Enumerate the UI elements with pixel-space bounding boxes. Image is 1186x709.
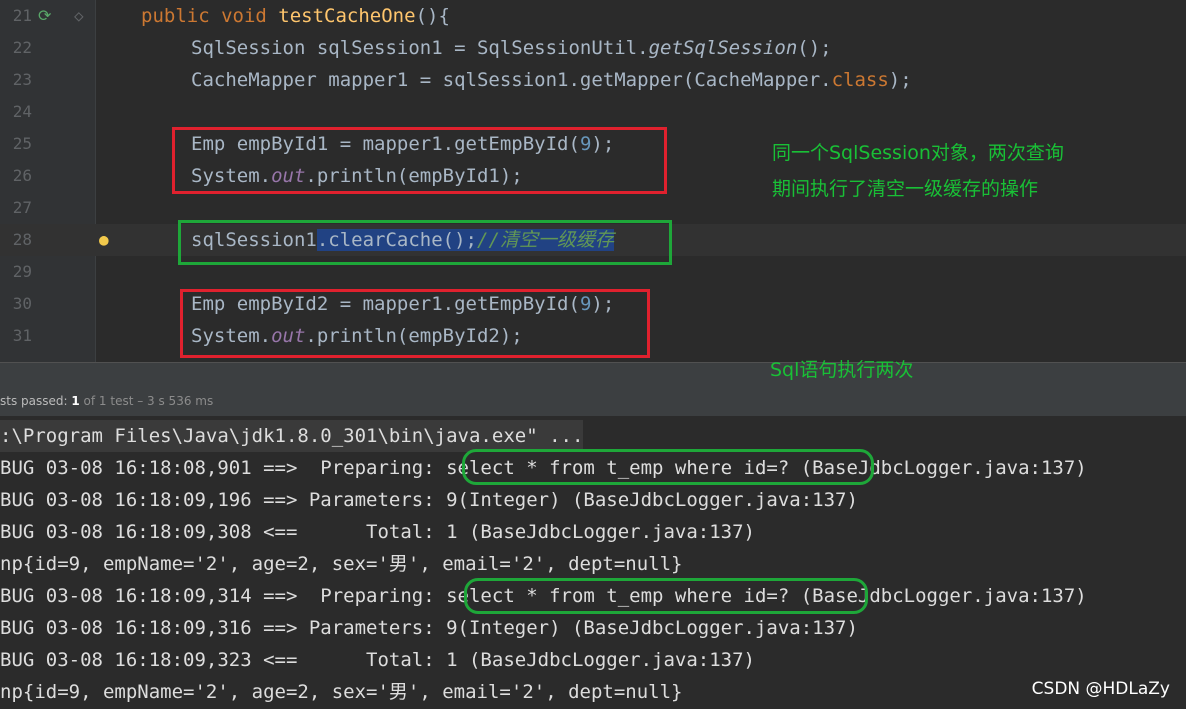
lightbulb-icon[interactable]: ● (99, 224, 109, 256)
code-token: class (831, 69, 889, 91)
code-line[interactable]: 24 (0, 96, 1186, 128)
annotation-sql-twice: Sql语句执行两次 (770, 359, 914, 381)
watermark: CSDN @HDLaZy (1031, 679, 1170, 699)
line-number: 27 (12, 198, 32, 217)
annotation-note-line1: 同一个SqlSession对象，两次查询 (772, 142, 1064, 164)
line-number: 24 (12, 102, 32, 121)
line-number: 29 (12, 262, 32, 281)
test-status-bar: sts passed: 1 of 1 test – 3 s 536 ms (0, 386, 1186, 417)
highlight-second-query (180, 289, 650, 358)
code-token: ); (888, 69, 912, 91)
code-token: public void (141, 5, 279, 27)
console-line: BUG 03-08 16:18:09,323 <== Total: 1 (Bas… (0, 649, 755, 671)
line-number: 22 (12, 38, 32, 57)
run-tab-bar: he × (0, 362, 1186, 403)
passed-count: 1 (71, 394, 80, 408)
console-line: BUG 03-08 16:18:09,196 ==> Parameters: 9… (0, 489, 858, 511)
status-detail: of 1 test – 3 s 536 ms (79, 394, 214, 408)
code-line[interactable]: 21 public void testCacheOne(){ (0, 0, 1186, 32)
code-token: (){ (415, 5, 450, 27)
code-token: (); (797, 37, 832, 59)
line-number: 25 (12, 134, 32, 153)
console-line: BUG 03-08 16:18:09,308 <== Total: 1 (Bas… (0, 521, 755, 543)
line-number: 28 (12, 230, 32, 249)
highlight-sql-second (464, 578, 868, 614)
code-text: public void testCacheOne(){ (141, 0, 450, 32)
bookmark-icon[interactable]: ◇ (74, 0, 84, 32)
line-number: 23 (12, 70, 32, 89)
code-token: testCacheOne (278, 5, 416, 27)
highlight-first-query (172, 127, 667, 194)
highlight-sql-first (462, 449, 874, 485)
code-editor[interactable]: 21 public void testCacheOne(){ 22 SqlSessio… (0, 0, 1186, 362)
code-token: SqlSession sqlSession1 = SqlSessionUtil. (191, 37, 649, 59)
status-prefix: sts passed: (0, 394, 72, 408)
run-test-icon[interactable]: ⟳ (38, 0, 51, 32)
console-line: :\Program Files\Java\jdk1.8.0_301\bin\ja… (0, 420, 584, 452)
code-line[interactable]: 22 SqlSession sqlSession1 = SqlSessionUti… (0, 32, 1186, 64)
highlight-clear-cache (178, 220, 672, 265)
console-line: np{id=9, empName='2', age=2, sex='男', em… (0, 681, 683, 703)
console-line: np{id=9, empName='2', age=2, sex='男', em… (0, 553, 683, 575)
code-token: CacheMapper mapper1 = sqlSession1.getMap… (191, 69, 832, 91)
line-number: 30 (12, 294, 32, 313)
annotation-note-line2: 期间执行了清空一级缓存的操作 (772, 178, 1039, 200)
code-text: CacheMapper mapper1 = sqlSession1.getMap… (191, 64, 912, 96)
console-line: BUG 03-08 16:18:09,316 ==> Parameters: 9… (0, 617, 858, 639)
code-text: SqlSession sqlSession1 = SqlSessionUtil.… (191, 32, 832, 64)
console-output[interactable]: :\Program Files\Java\jdk1.8.0_301\bin\ja… (0, 417, 1186, 709)
code-line[interactable]: 23 CacheMapper mapper1 = sqlSession1.getM… (0, 64, 1186, 96)
line-number: 31 (12, 326, 32, 345)
line-number: 26 (12, 166, 32, 185)
line-number: 21 (12, 6, 32, 25)
code-token: getSqlSession (648, 37, 798, 59)
